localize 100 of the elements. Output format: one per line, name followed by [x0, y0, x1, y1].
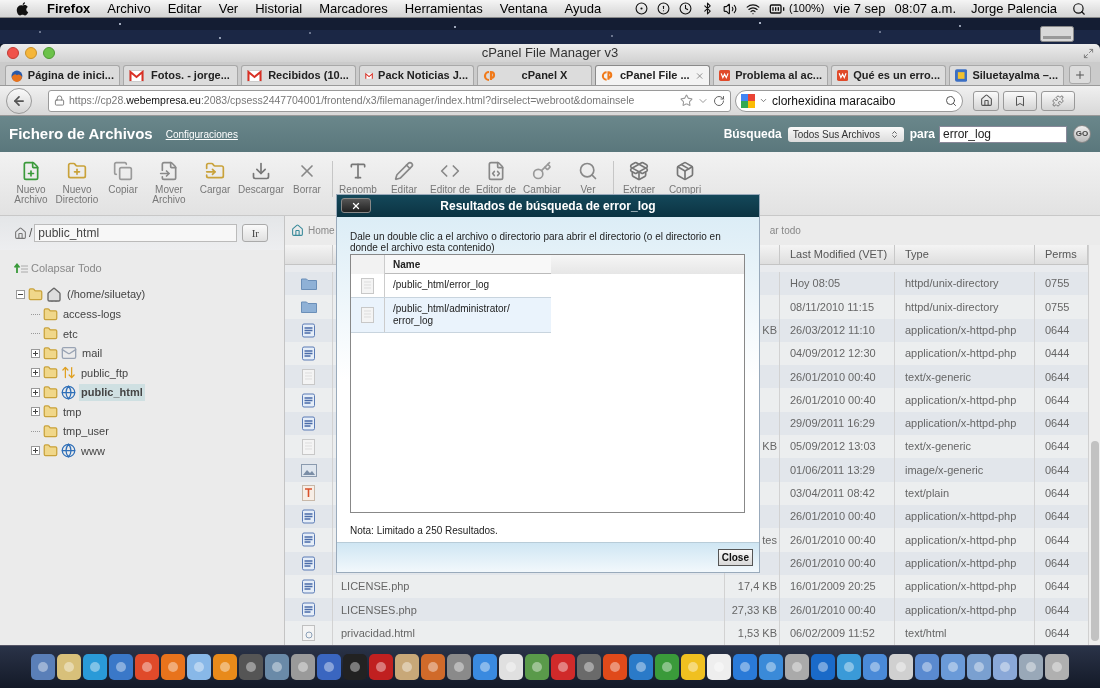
app-icon[interactable] [915, 654, 939, 680]
table-row[interactable]: LICENSE.php 17,4 KB 16/01/2009 20:25 application/x-httpd-php 0644 [285, 574, 1088, 599]
toolbar-button[interactable]: Renomb [335, 161, 381, 195]
app-icon[interactable] [135, 654, 159, 680]
toolbar-button[interactable]: Cargar [192, 161, 238, 195]
toolbar-button[interactable]: Editor de [473, 161, 519, 195]
tree-item[interactable]: access-logs [61, 306, 124, 323]
app-icon[interactable] [889, 654, 913, 680]
menu-item[interactable]: Marcadores [319, 0, 388, 19]
alert-icon[interactable] [657, 2, 671, 15]
app-icon[interactable] [265, 654, 289, 680]
path-field[interactable]: public_html [34, 224, 238, 242]
search-field[interactable]: clorhexidina maracaibo [735, 89, 963, 112]
app-icon[interactable] [395, 654, 419, 680]
browser-tab[interactable]: Recibidos (10... [241, 65, 356, 85]
app-icon[interactable] [369, 654, 393, 680]
app-icon[interactable] [291, 654, 315, 680]
scroll-thumb[interactable] [1090, 441, 1099, 641]
app-icon[interactable] [213, 654, 237, 680]
browser-tab[interactable]: Siluetayalma –... [949, 65, 1064, 85]
app-icon[interactable] [421, 654, 445, 680]
expand-toggle[interactable] [31, 348, 40, 358]
engine-icon[interactable] [741, 93, 755, 108]
browser-tab[interactable]: Página de inici... [5, 65, 120, 85]
app-icon[interactable] [941, 654, 965, 680]
toolbar-button[interactable]: Editor de [427, 161, 473, 195]
close-window-button[interactable] [7, 47, 19, 59]
column-header[interactable]: Type [895, 245, 1035, 264]
toolbar-button[interactable]: Nuevo Directorio [54, 161, 100, 205]
app-icon[interactable] [239, 654, 263, 680]
app-icon[interactable] [993, 654, 1017, 680]
toolbar-button[interactable]: Descargar [238, 161, 284, 195]
app-icon[interactable] [1045, 654, 1069, 680]
tree-item[interactable]: (/home/siluetay) [65, 286, 148, 303]
browser-tab[interactable]: Qué es un erro... [831, 65, 946, 85]
query-field[interactable]: error_log [939, 125, 1067, 143]
file-name[interactable]: LICENSE.php [341, 578, 410, 595]
app-icon[interactable] [109, 654, 133, 680]
collapse-icon[interactable] [14, 262, 28, 274]
tree-item[interactable]: etc [61, 325, 80, 342]
app-icon[interactable] [499, 654, 523, 680]
app-icon[interactable] [603, 654, 627, 680]
home-button[interactable] [973, 90, 999, 111]
app-icon[interactable] [629, 654, 653, 680]
toolbar-button[interactable]: Cambiar [519, 161, 565, 195]
result-row[interactable]: /public_html/administrator/error_log [351, 298, 551, 333]
app-icon[interactable] [187, 654, 211, 680]
tree-item[interactable]: public_html [79, 384, 145, 401]
search-icon[interactable] [1072, 1, 1086, 16]
expand-toggle[interactable] [31, 387, 40, 397]
close-button[interactable] [341, 198, 371, 213]
browser-tab[interactable]: Fotos. - jorge... [123, 65, 238, 85]
reload-icon[interactable] [713, 94, 725, 107]
tree-item[interactable]: tmp [61, 403, 84, 420]
tree-item[interactable]: www [79, 442, 107, 459]
menu-item[interactable]: Archivo [107, 0, 151, 19]
toolbar-button[interactable]: Copiar [100, 161, 146, 195]
address-field[interactable]: https://cp28.webempresa.eu:2083/cpsess2447704001/frontend/x3/filemanager/index.html?dirselect=webroot&domainsele [48, 89, 731, 112]
clock-icon[interactable] [679, 2, 693, 15]
settings-link[interactable]: Configuraciones [165, 126, 238, 142]
bookmarks-button[interactable] [1003, 90, 1037, 111]
app-icon[interactable] [863, 654, 887, 680]
menu-item[interactable]: Firefox [47, 0, 91, 19]
menu-date[interactable]: vie 7 sep [833, 0, 886, 19]
menu-item[interactable]: Ver [218, 0, 239, 19]
menu-clock[interactable]: 08:07 a.m. [894, 0, 956, 19]
circle-icon[interactable] [635, 2, 649, 15]
caret-icon[interactable] [759, 96, 768, 105]
app-icon[interactable] [759, 654, 783, 680]
app-icon[interactable] [733, 654, 757, 680]
app-icon[interactable] [1019, 654, 1043, 680]
app-icon[interactable] [447, 654, 471, 680]
browser-tab[interactable]: Problema al ac... [713, 65, 828, 85]
volume-icon[interactable] [723, 1, 738, 16]
fullscreen-icon[interactable] [1083, 48, 1094, 59]
app-icon[interactable] [83, 654, 107, 680]
go-button[interactable]: GO [1073, 125, 1091, 143]
toolbar-button[interactable]: Editar [381, 161, 427, 195]
app-icon[interactable] [31, 654, 55, 680]
apple-icon[interactable] [16, 1, 29, 16]
app-icon[interactable] [551, 654, 575, 680]
expand-toggle[interactable] [31, 407, 40, 417]
app-icon[interactable] [707, 654, 731, 680]
go-button[interactable]: Ir [242, 224, 269, 242]
zoom-button[interactable] [43, 47, 55, 59]
browser-tab[interactable]: cPanel X [477, 65, 592, 85]
expand-toggle[interactable] [31, 368, 40, 378]
table-row[interactable]: privacidad.html 1,53 KB 06/02/2009 11:52 text/html 0644 [285, 621, 1088, 645]
toolbar-button[interactable]: Mover Archivo [146, 161, 192, 205]
app-icon[interactable] [343, 654, 367, 680]
table-row[interactable]: LICENSES.php 27,33 KB 26/01/2010 00:40 application/x-httpd-php 0644 [285, 598, 1088, 622]
menu-item[interactable]: Editar [167, 0, 202, 19]
back-button[interactable] [6, 87, 32, 114]
user-name[interactable]: Jorge Palencia [971, 0, 1057, 19]
star-icon[interactable] [680, 94, 693, 107]
app-icon[interactable] [811, 654, 835, 680]
browser-tab[interactable]: cPanel File ... [595, 65, 710, 85]
scope-select[interactable]: Todos Sus Archivos [787, 126, 904, 142]
toolbar-button[interactable]: Borrar [284, 161, 330, 195]
expand-toggle[interactable] [16, 290, 25, 299]
